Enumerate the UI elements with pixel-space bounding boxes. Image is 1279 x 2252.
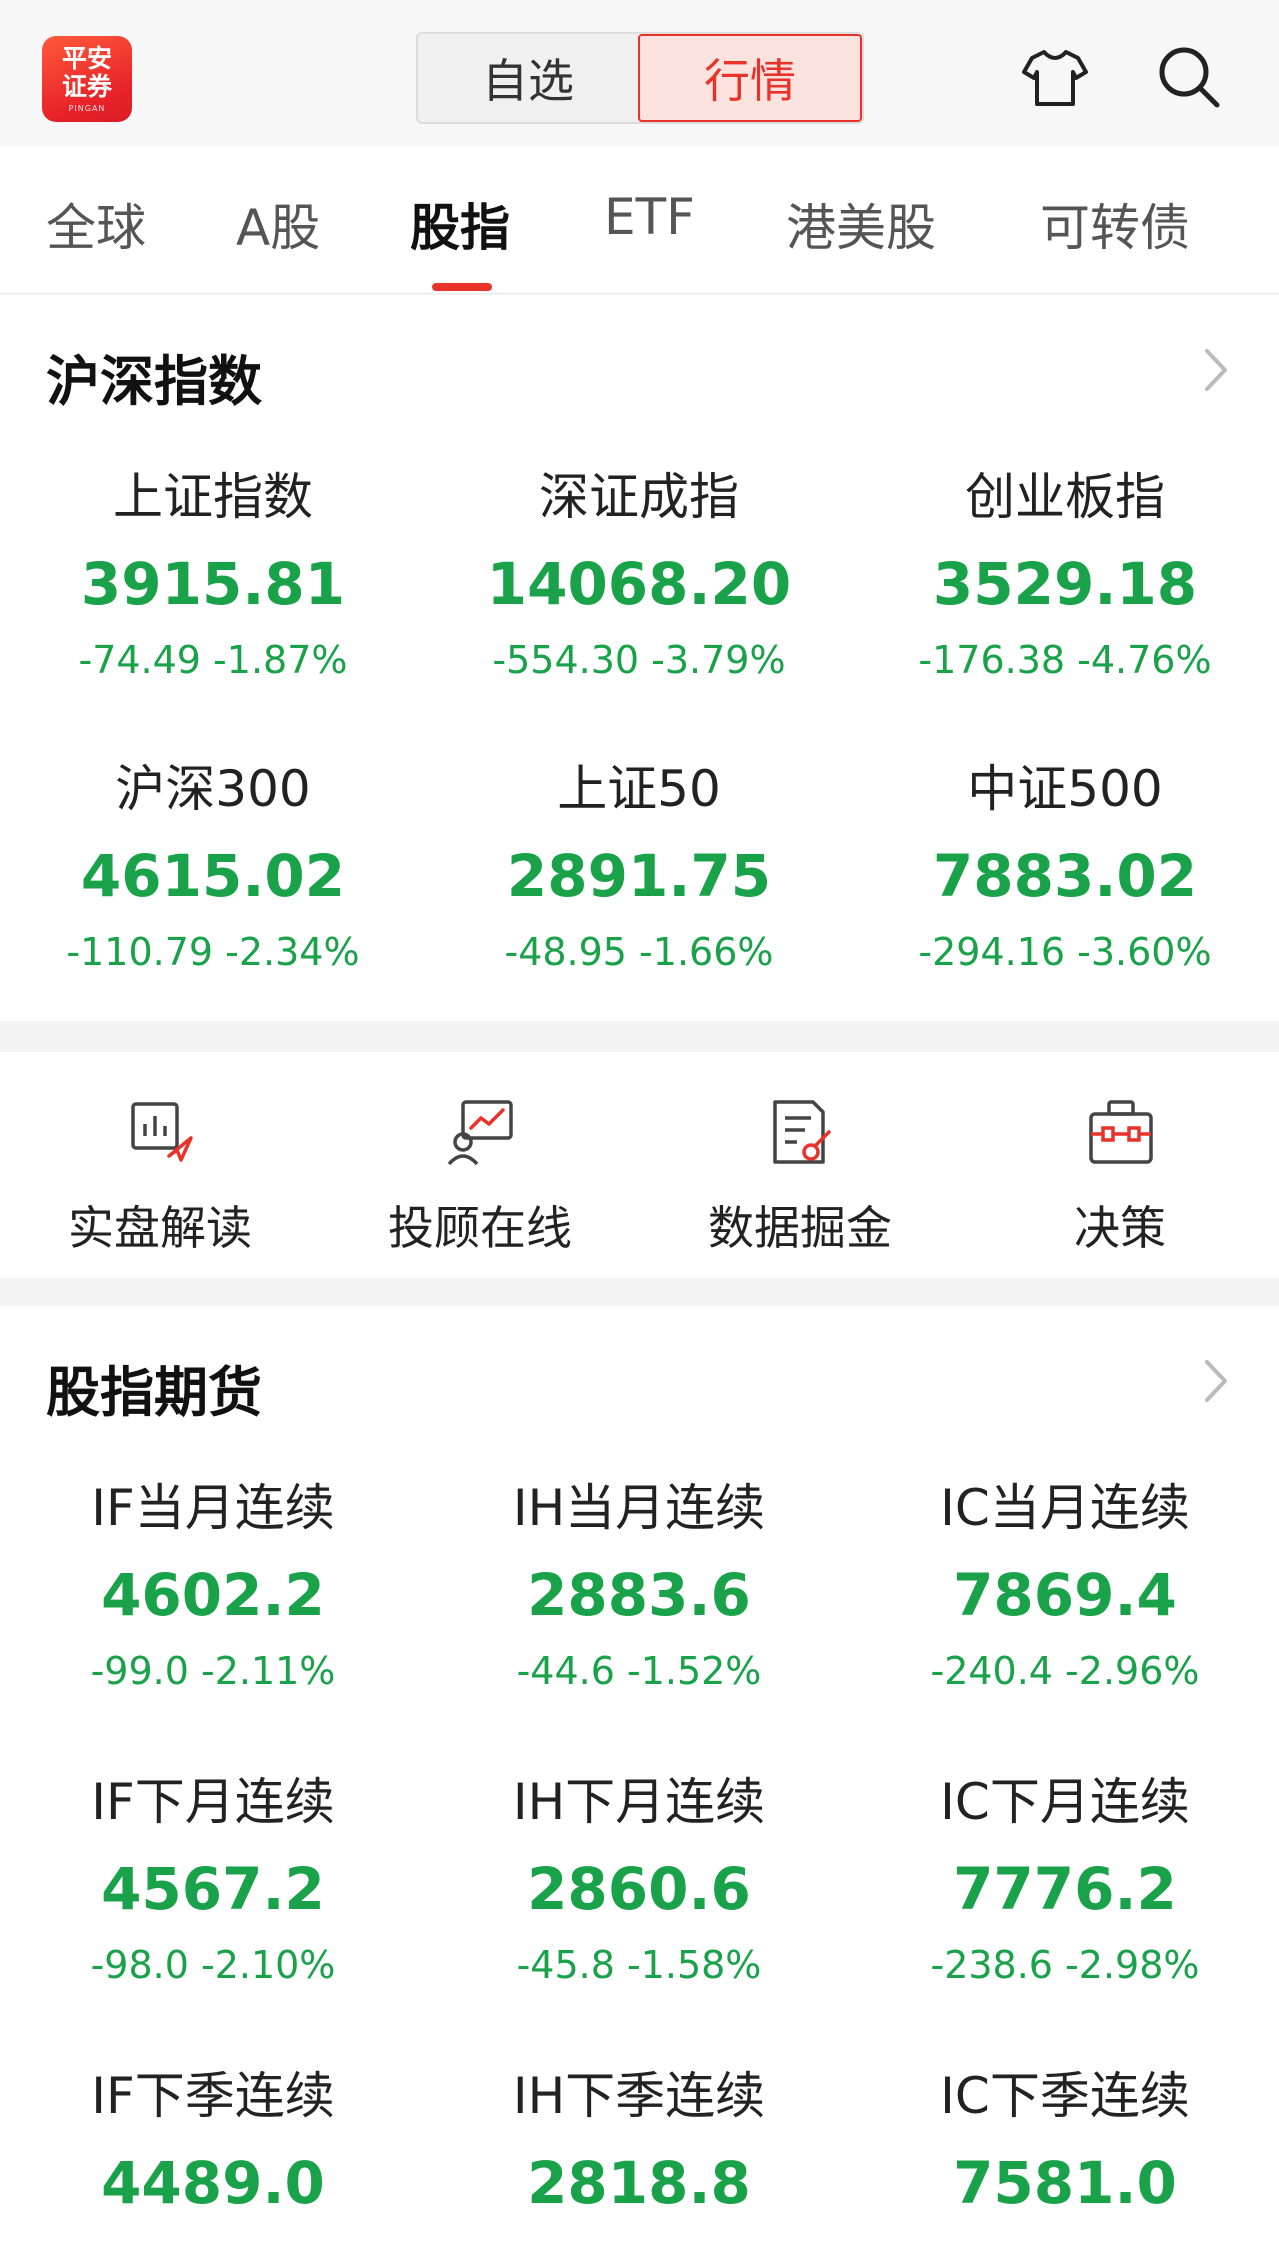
active-tab-indicator bbox=[432, 283, 492, 291]
quote-value: 2891.75 bbox=[506, 842, 772, 910]
futures-section: 股指期货 IF当月连续 4602.2 -99.0 -2.11% IH当月连续 2… bbox=[0, 1306, 1279, 2252]
menu-label: 投顾在线 bbox=[388, 1201, 572, 1255]
quote-name: 沪深300 bbox=[115, 760, 311, 818]
quote-value: 7883.02 bbox=[932, 842, 1198, 910]
quote-change: -74.49 -1.87% bbox=[78, 638, 348, 682]
quote-value: 7776.2 bbox=[953, 1855, 1177, 1923]
data-mining-icon bbox=[773, 1100, 831, 1164]
futures-quote[interactable]: IC下季连续 7581.0 bbox=[852, 2066, 1278, 2218]
quote-name: IC当月连续 bbox=[940, 1479, 1190, 1537]
quote-value: 4567.2 bbox=[101, 1855, 325, 1923]
quote-change: -238.6 -2.98% bbox=[930, 1943, 1200, 1987]
quote-value: 4602.2 bbox=[101, 1561, 325, 1629]
quote-name: 创业板指 bbox=[965, 468, 1165, 526]
quick-menu: 实盘解读 投顾在线 数据掘金 决策 bbox=[0, 1052, 1279, 1278]
tab-global[interactable]: 全球 bbox=[46, 188, 146, 260]
app-screen: 平安 证券 PINGAN 自选 行情 全球 A股 股指 ETF 港美股 可转债 … bbox=[0, 0, 1279, 2252]
futures-quote[interactable]: IH下季连续 2818.8 bbox=[426, 2066, 852, 2218]
quote-value: 7869.4 bbox=[953, 1561, 1177, 1629]
tab-index[interactable]: 股指 bbox=[410, 188, 510, 260]
quote-value: 2818.8 bbox=[527, 2149, 751, 2217]
index-quote[interactable]: 深证成指 14068.20 -554.30 -3.79% bbox=[426, 467, 852, 683]
quote-value: 2860.6 bbox=[527, 1855, 751, 1923]
quote-name: 中证500 bbox=[967, 760, 1163, 818]
segment-market[interactable]: 行情 bbox=[638, 34, 862, 122]
top-bar: 平安 证券 PINGAN 自选 行情 bbox=[0, 0, 1279, 146]
quote-change: -98.0 -2.10% bbox=[90, 1943, 336, 1987]
segment-watchlist[interactable]: 自选 bbox=[418, 34, 638, 122]
quote-value: 3529.18 bbox=[932, 550, 1198, 618]
toolbox-icon bbox=[1089, 1100, 1153, 1164]
quote-change: -110.79 -2.34% bbox=[66, 930, 360, 974]
quote-change: -240.4 -2.96% bbox=[930, 1649, 1200, 1693]
menu-label: 实盘解读 bbox=[68, 1201, 252, 1255]
index-section: 沪深指数 上证指数 3915.81 -74.49 -1.87% 深证成指 140… bbox=[0, 295, 1279, 1021]
logo-subtext: PINGAN bbox=[68, 104, 106, 113]
quote-change: -294.16 -3.60% bbox=[918, 930, 1212, 974]
quote-value: 4615.02 bbox=[80, 842, 346, 910]
index-quote[interactable]: 中证500 7883.02 -294.16 -3.60% bbox=[852, 759, 1278, 975]
futures-quote[interactable]: IC下月连续 7776.2 -238.6 -2.98% bbox=[852, 1772, 1278, 1988]
quote-value: 7581.0 bbox=[953, 2149, 1177, 2217]
quote-value: 2883.6 bbox=[527, 1561, 751, 1629]
quote-change: -45.8 -1.58% bbox=[516, 1943, 762, 1987]
menu-advisor-online[interactable]: 投顾在线 bbox=[320, 1052, 640, 1262]
tab-convertible-bonds[interactable]: 可转债 bbox=[1040, 188, 1190, 260]
menu-label: 数据掘金 bbox=[708, 1201, 892, 1255]
menu-live-analysis[interactable]: 实盘解读 bbox=[0, 1052, 320, 1262]
chevron-right-icon[interactable] bbox=[1201, 1356, 1231, 1406]
futures-quote[interactable]: IF当月连续 4602.2 -99.0 -2.11% bbox=[0, 1478, 426, 1694]
quote-name: IF当月连续 bbox=[91, 1479, 335, 1537]
tab-a-shares[interactable]: A股 bbox=[236, 188, 320, 260]
futures-quote[interactable]: IF下季连续 4489.0 bbox=[0, 2066, 426, 2218]
quote-name: IH当月连续 bbox=[512, 1479, 766, 1537]
quote-name: 上证指数 bbox=[113, 468, 313, 526]
section-title: 沪深指数 bbox=[46, 350, 262, 413]
tab-etf[interactable]: ETF bbox=[604, 188, 695, 246]
futures-quote[interactable]: IC当月连续 7869.4 -240.4 -2.96% bbox=[852, 1478, 1278, 1694]
quote-change: -99.0 -2.11% bbox=[90, 1649, 336, 1693]
index-quote[interactable]: 上证指数 3915.81 -74.49 -1.87% bbox=[0, 467, 426, 683]
quote-name: 上证50 bbox=[557, 760, 721, 818]
shirt-icon[interactable] bbox=[1020, 42, 1090, 112]
view-switcher: 自选 行情 bbox=[416, 32, 864, 124]
tab-hk-us-stocks[interactable]: 港美股 bbox=[786, 188, 936, 260]
quote-change: -44.6 -1.52% bbox=[516, 1649, 762, 1693]
advisor-online-icon bbox=[447, 1100, 513, 1166]
quote-value: 14068.20 bbox=[486, 550, 792, 618]
futures-quote[interactable]: IH下月连续 2860.6 -45.8 -1.58% bbox=[426, 1772, 852, 1988]
quote-name: 深证成指 bbox=[539, 468, 739, 526]
quote-change: -48.95 -1.66% bbox=[504, 930, 774, 974]
quote-value: 3915.81 bbox=[80, 550, 346, 618]
futures-quote[interactable]: IH当月连续 2883.6 -44.6 -1.52% bbox=[426, 1478, 852, 1694]
quote-name: IF下月连续 bbox=[91, 1773, 335, 1831]
quote-name: IF下季连续 bbox=[91, 2067, 335, 2125]
search-icon[interactable] bbox=[1154, 42, 1224, 112]
index-quote[interactable]: 沪深300 4615.02 -110.79 -2.34% bbox=[0, 759, 426, 975]
quote-name: IH下季连续 bbox=[512, 2067, 766, 2125]
quote-name: IC下月连续 bbox=[940, 1773, 1190, 1831]
logo-text-line1: 平安 bbox=[61, 44, 112, 73]
app-logo[interactable]: 平安 证券 PINGAN bbox=[42, 36, 132, 122]
quote-name: IC下季连续 bbox=[940, 2067, 1190, 2125]
logo-text-line2: 证券 bbox=[61, 72, 112, 101]
quote-value: 4489.0 bbox=[101, 2149, 325, 2217]
chevron-right-icon[interactable] bbox=[1201, 345, 1231, 395]
index-quote[interactable]: 创业板指 3529.18 -176.38 -4.76% bbox=[852, 467, 1278, 683]
futures-quote[interactable]: IF下月连续 4567.2 -98.0 -2.10% bbox=[0, 1772, 426, 1988]
section-title: 股指期货 bbox=[46, 1361, 262, 1424]
chart-analysis-icon bbox=[131, 1102, 193, 1162]
menu-label: 决策 bbox=[1074, 1201, 1166, 1255]
quote-change: -176.38 -4.76% bbox=[918, 638, 1212, 682]
menu-decision[interactable]: 决策 bbox=[960, 1052, 1279, 1262]
index-quote[interactable]: 上证50 2891.75 -48.95 -1.66% bbox=[426, 759, 852, 975]
quote-name: IH下月连续 bbox=[512, 1773, 766, 1831]
quote-change: -554.30 -3.79% bbox=[492, 638, 786, 682]
menu-data-mining[interactable]: 数据掘金 bbox=[640, 1052, 960, 1262]
market-tabs: 全球 A股 股指 ETF 港美股 可转债 bbox=[0, 146, 1279, 294]
